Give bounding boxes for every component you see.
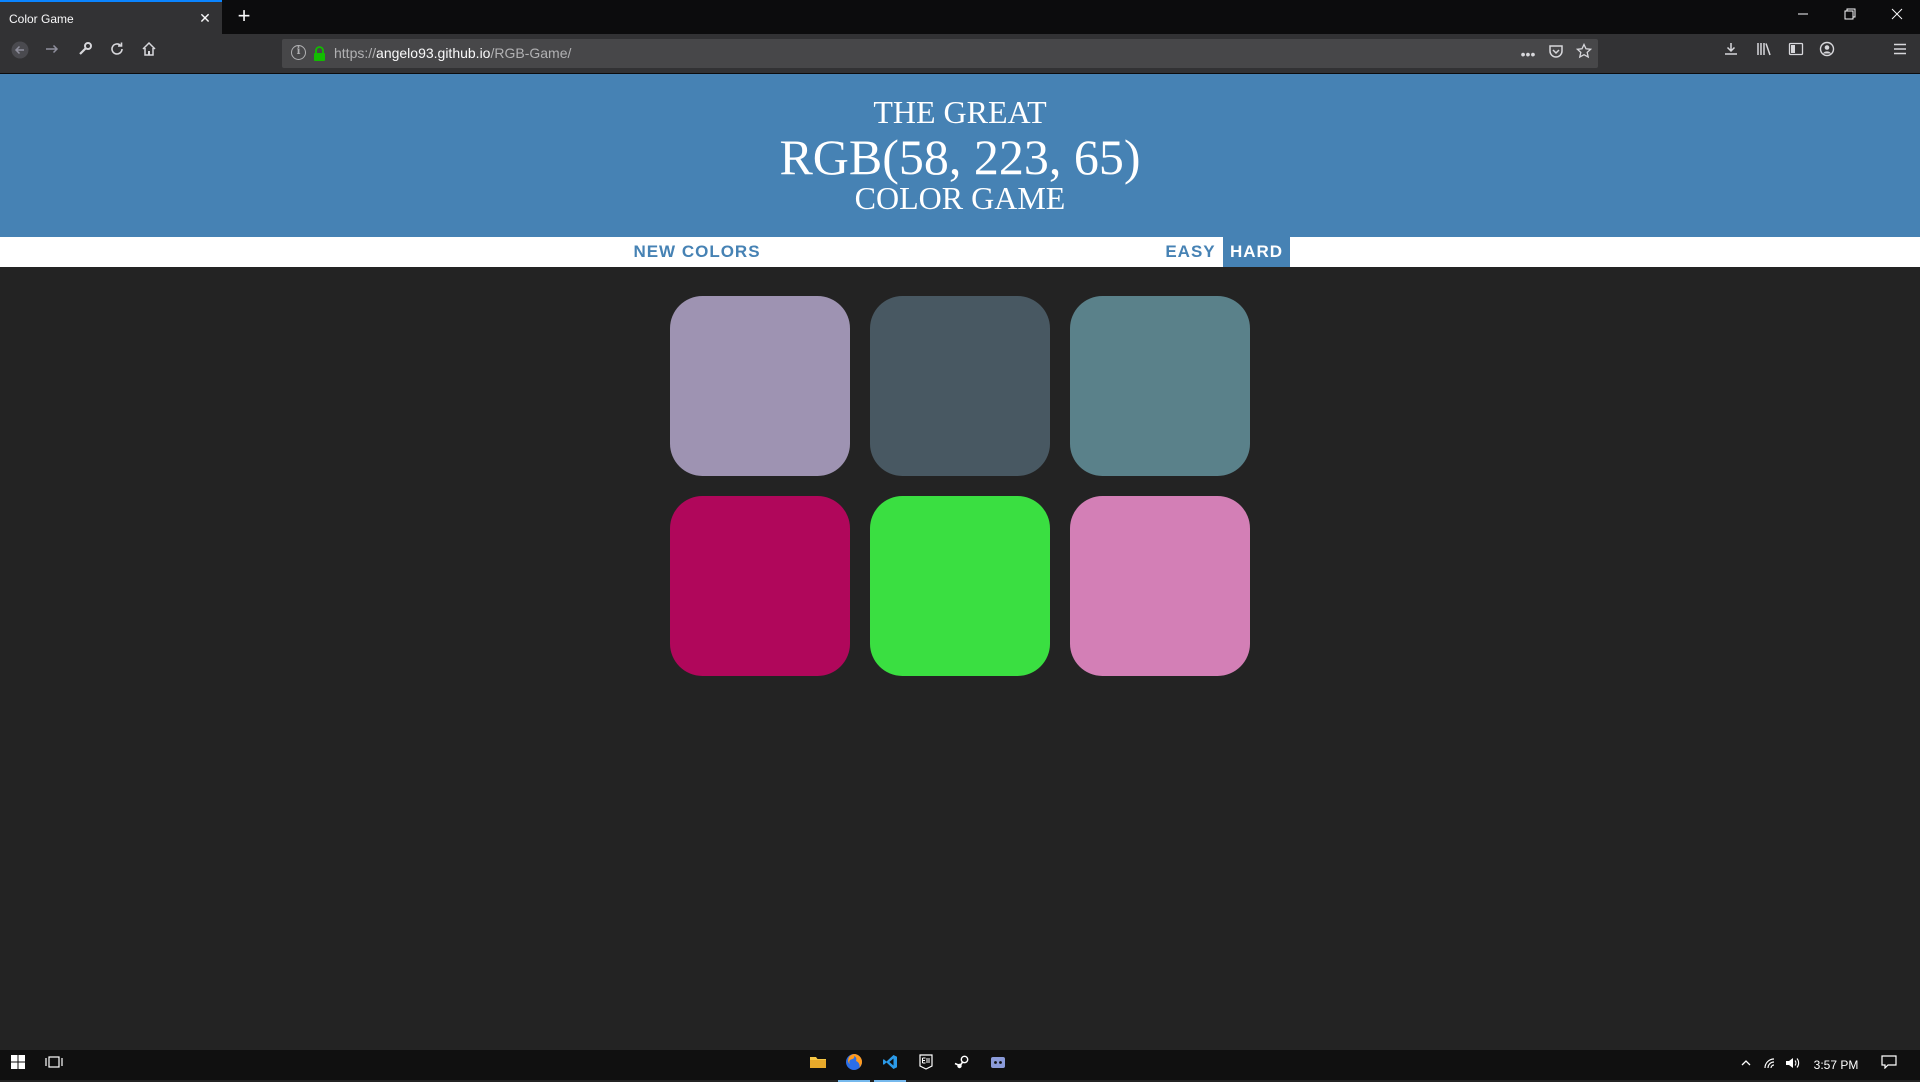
color-square[interactable] <box>870 496 1050 676</box>
library-icon[interactable] <box>1752 41 1776 65</box>
lock-icon[interactable] <box>313 46 326 61</box>
steam-icon[interactable] <box>944 1053 980 1079</box>
discord-icon[interactable] <box>980 1053 1016 1079</box>
taskbar-clock[interactable]: 3:57 PM <box>1806 1050 1866 1080</box>
color-square[interactable] <box>1070 496 1250 676</box>
new-tab-button[interactable]: + <box>232 5 256 29</box>
hard-mode-button[interactable]: Hard <box>1223 237 1290 267</box>
close-window-icon[interactable] <box>1874 0 1920 32</box>
forward-button[interactable] <box>40 41 64 65</box>
color-square[interactable] <box>670 296 850 476</box>
navigation-toolbar: i https://angelo93.github.io/RGB-Game/ •… <box>0 34 1920 98</box>
tab-color-game[interactable]: Color Game ✕ <box>0 0 222 34</box>
epic-games-icon[interactable] <box>908 1053 944 1079</box>
back-button[interactable] <box>8 41 32 65</box>
url-bar[interactable]: i https://angelo93.github.io/RGB-Game/ •… <box>282 39 1598 68</box>
sidebar-icon[interactable] <box>1784 41 1808 65</box>
game-header: THE GREAT RGB(58, 223, 65) COLOR GAME <box>0 74 1920 237</box>
squares-grid <box>670 296 1250 676</box>
color-square[interactable] <box>670 496 850 676</box>
tab-strip: Color Game ✕ + <box>0 0 1920 34</box>
color-square[interactable] <box>870 296 1050 476</box>
vscode-icon[interactable] <box>872 1053 908 1082</box>
wrench-icon[interactable] <box>73 41 97 65</box>
minimize-icon[interactable] <box>1780 0 1826 32</box>
restore-icon[interactable] <box>1827 0 1873 32</box>
pocket-icon[interactable] <box>1545 43 1567 65</box>
home-button[interactable] <box>137 41 161 65</box>
site-info-icon[interactable]: i <box>291 45 306 60</box>
rgb-target-display: RGB(58, 223, 65) <box>779 129 1141 185</box>
page-content: THE GREAT RGB(58, 223, 65) COLOR GAME Ne… <box>0 74 1920 1050</box>
network-icon[interactable] <box>1760 1050 1782 1080</box>
page-actions-icon[interactable]: ••• <box>1517 43 1539 65</box>
firefox-icon[interactable] <box>836 1053 872 1082</box>
title-line-1: THE GREAT <box>873 94 1047 130</box>
bookmark-star-icon[interactable] <box>1573 42 1595 65</box>
windows-start-icon[interactable] <box>0 1053 36 1079</box>
new-colors-button[interactable]: New Colors <box>628 237 766 267</box>
windows-taskbar: 3:57 PM <box>0 1050 1920 1082</box>
downloads-icon[interactable] <box>1719 41 1743 65</box>
tab-title: Color Game <box>9 12 74 26</box>
menu-icon[interactable] <box>1888 41 1912 65</box>
close-tab-icon[interactable]: ✕ <box>196 9 214 27</box>
action-center-icon[interactable] <box>1874 1050 1904 1080</box>
url-text[interactable]: https://angelo93.github.io/RGB-Game/ <box>334 45 571 61</box>
title-line-3: COLOR GAME <box>854 180 1066 216</box>
volume-icon[interactable] <box>1782 1050 1804 1080</box>
color-square[interactable] <box>1070 296 1250 476</box>
task-view-icon[interactable] <box>36 1053 72 1079</box>
account-icon[interactable] <box>1815 41 1839 65</box>
show-hidden-icons-icon[interactable] <box>1736 1050 1756 1080</box>
easy-mode-button[interactable]: Easy <box>1158 237 1223 267</box>
control-stripe: New Colors Easy Hard <box>0 237 1920 267</box>
file-explorer-icon[interactable] <box>800 1053 836 1079</box>
reload-button[interactable] <box>105 41 129 65</box>
